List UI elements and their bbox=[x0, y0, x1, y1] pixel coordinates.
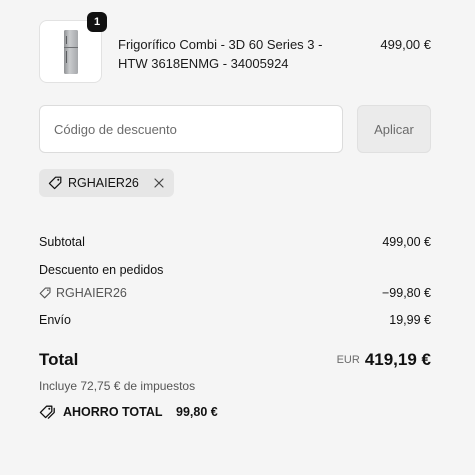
discount-code-input[interactable] bbox=[39, 105, 343, 153]
savings-label: AHORRO TOTAL bbox=[63, 405, 163, 419]
applied-discount-chip: RGHAIER26 bbox=[39, 169, 174, 197]
total-label: Total bbox=[39, 350, 79, 369]
shipping-value: 19,99 € bbox=[389, 313, 431, 327]
tag-icon bbox=[48, 176, 62, 190]
total-value: 419,19 € bbox=[364, 350, 431, 369]
total: EUR 419,19 € bbox=[337, 349, 431, 371]
order-discount-value: −99,80 € bbox=[381, 286, 431, 300]
shipping-label: Envío bbox=[39, 313, 71, 327]
currency-code: EUR bbox=[336, 354, 360, 366]
taxes-note: Incluye 72,75 € de impuestos bbox=[39, 379, 196, 393]
product-price: 499,00 € bbox=[380, 37, 431, 52]
cart-line-item: 1 Frigorífico Combi - 3D 60 Series 3 - H… bbox=[39, 12, 431, 84]
fridge-image bbox=[64, 30, 78, 74]
apply-discount-button[interactable]: Aplicar bbox=[357, 105, 431, 153]
savings-value: 99,80 € bbox=[176, 405, 218, 419]
subtotal-label: Subtotal bbox=[39, 235, 85, 249]
tags-icon bbox=[39, 405, 55, 419]
applied-discount-code: RGHAIER26 bbox=[68, 176, 139, 190]
quantity-badge: 1 bbox=[87, 12, 107, 32]
tag-icon bbox=[39, 287, 51, 299]
subtotal-value: 499,00 € bbox=[382, 235, 431, 249]
order-discount-label: Descuento en pedidos bbox=[39, 263, 164, 277]
order-discount-code-label: RGHAIER26 bbox=[56, 286, 127, 300]
close-icon[interactable] bbox=[152, 176, 166, 190]
product-name: Frigorífico Combi - 3D 60 Series 3 - HTW… bbox=[118, 37, 323, 71]
order-summary: 1 Frigorífico Combi - 3D 60 Series 3 - H… bbox=[0, 0, 475, 475]
